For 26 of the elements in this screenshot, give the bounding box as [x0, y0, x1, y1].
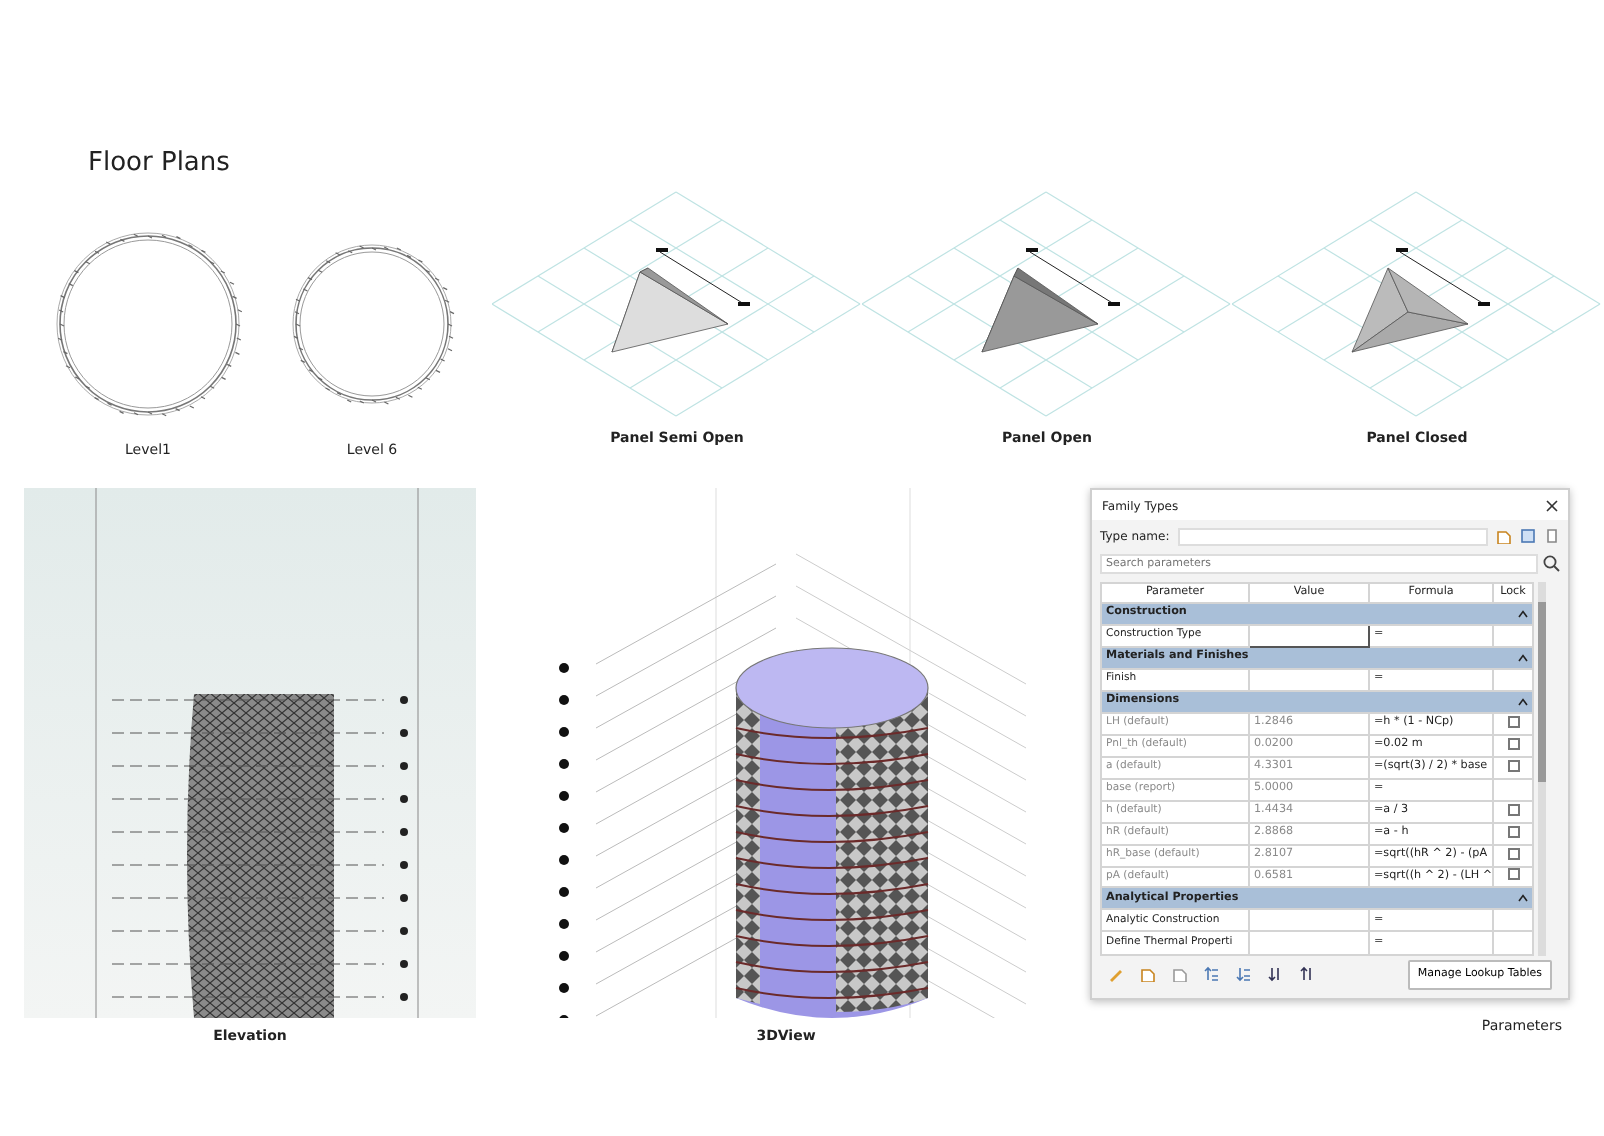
lock-checkbox[interactable] [1507, 825, 1519, 838]
collapse-icon[interactable] [1518, 697, 1528, 706]
rename-icon [1520, 528, 1536, 544]
collapse-icon[interactable] [1518, 609, 1528, 618]
collapse-icon[interactable] [1518, 653, 1528, 662]
new-parameter-icon[interactable] [1140, 966, 1156, 983]
section-title: Floor Plans [88, 146, 232, 182]
delete-type-icon [1544, 528, 1560, 544]
lock-checkbox[interactable] [1507, 759, 1519, 772]
scrollbar-thumb[interactable] [1538, 601, 1546, 781]
sort-descending-icon[interactable] [1300, 966, 1316, 983]
close-icon[interactable] [1546, 500, 1558, 512]
lock-checkbox[interactable] [1507, 868, 1519, 881]
copy-icon[interactable] [1172, 966, 1188, 983]
new-type-icon [1496, 528, 1512, 544]
sort-ascending-icon[interactable] [1268, 966, 1284, 983]
collapse-icon[interactable] [1518, 894, 1528, 903]
lock-checkbox[interactable] [1507, 847, 1519, 859]
lock-checkbox[interactable] [1507, 803, 1519, 816]
move-down-icon[interactable] [1236, 966, 1252, 983]
value-field[interactable] [1249, 624, 1369, 647]
value-cell [1249, 931, 1369, 954]
lock-checkbox[interactable] [1507, 715, 1519, 728]
move-up-icon[interactable] [1204, 966, 1220, 983]
lock-checkbox[interactable] [1507, 737, 1519, 750]
search-icon [1542, 554, 1560, 572]
